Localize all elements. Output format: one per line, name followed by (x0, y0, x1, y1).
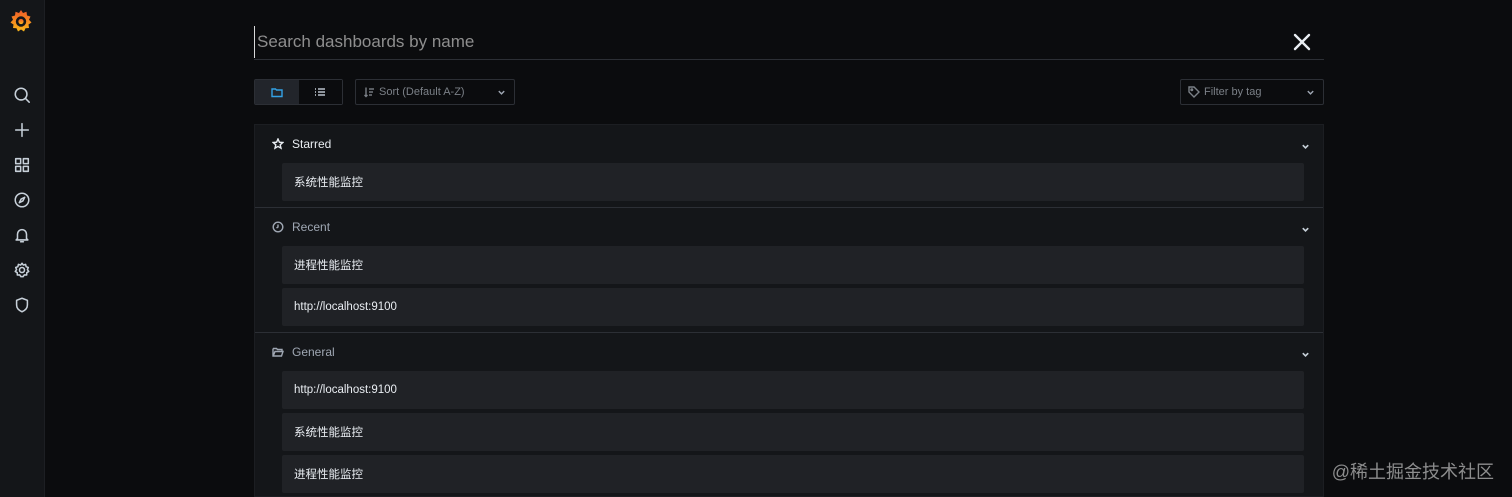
search-results: Starred 系统性能监控 Recent 进程性能监控 http://loca… (254, 124, 1324, 497)
dashboard-item[interactable]: http://localhost:9100 (282, 288, 1304, 326)
folder-view-button[interactable] (255, 80, 299, 104)
dashboard-item[interactable]: 进程性能监控 (282, 455, 1304, 493)
dashboard-title: 进程性能监控 (294, 260, 363, 272)
dashboard-item[interactable]: 进程性能监控 (282, 246, 1304, 284)
sort-select[interactable]: Sort (Default A-Z) (355, 79, 515, 105)
section-title: Starred (292, 137, 332, 151)
list-icon (315, 88, 326, 96)
chevron-down-icon (1301, 140, 1310, 149)
dashboard-title: 系统性能监控 (294, 427, 363, 439)
section-header-starred[interactable]: Starred (255, 125, 1323, 163)
view-mode-toggle (254, 79, 343, 105)
tag-filter-label: Filter by tag (1204, 86, 1262, 98)
plus-icon[interactable] (11, 119, 33, 141)
explore-icon[interactable] (11, 189, 33, 211)
chevron-down-icon (1306, 88, 1315, 97)
section-starred: Starred 系统性能监控 (255, 125, 1323, 208)
tag-filter-select[interactable]: Filter by tag (1180, 79, 1324, 105)
section-title: General (292, 345, 335, 359)
dashboards-icon[interactable] (11, 154, 33, 176)
chevron-down-icon (1301, 348, 1310, 357)
dashboard-title: 进程性能监控 (294, 469, 363, 481)
close-search-button[interactable] (1292, 32, 1312, 52)
search-input[interactable] (254, 26, 1254, 58)
dashboard-title: http://localhost:9100 (294, 384, 397, 396)
search-toolbar: Sort (Default A-Z) Filter by tag (254, 79, 1324, 105)
star-icon (272, 138, 284, 150)
folder-open-icon (272, 346, 284, 358)
dashboard-title: 系统性能监控 (294, 177, 363, 189)
folder-icon (271, 88, 283, 98)
list-view-button[interactable] (298, 80, 342, 104)
search-icon[interactable] (11, 84, 33, 106)
dashboard-item[interactable]: http://localhost:9100 (282, 371, 1304, 409)
chevron-down-icon (1301, 223, 1310, 232)
section-title: Recent (292, 220, 331, 234)
configuration-icon[interactable] (11, 259, 33, 281)
dashboard-item[interactable]: 系统性能监控 (282, 163, 1304, 201)
shield-icon[interactable] (11, 294, 33, 316)
dashboard-title: http://localhost:9100 (294, 301, 397, 313)
watermark: @稀土掘金技术社区 (1331, 462, 1494, 482)
sort-icon (363, 86, 375, 98)
section-header-recent[interactable]: Recent (255, 208, 1323, 246)
sort-select-label: Sort (Default A-Z) (379, 86, 465, 98)
clock-icon (272, 221, 284, 233)
section-recent: Recent 进程性能监控 http://localhost:9100 (255, 208, 1323, 333)
search-bar (254, 26, 1324, 60)
section-general: General http://localhost:9100 系统性能监控 进程性… (255, 333, 1323, 493)
tag-icon (1188, 86, 1200, 98)
alerting-icon[interactable] (11, 224, 33, 246)
sidebar (0, 0, 45, 497)
chevron-down-icon (497, 88, 506, 97)
grafana-logo-icon[interactable] (8, 8, 34, 34)
dashboard-item[interactable]: 系统性能监控 (282, 413, 1304, 451)
section-header-general[interactable]: General (255, 333, 1323, 371)
close-icon (1293, 33, 1311, 51)
